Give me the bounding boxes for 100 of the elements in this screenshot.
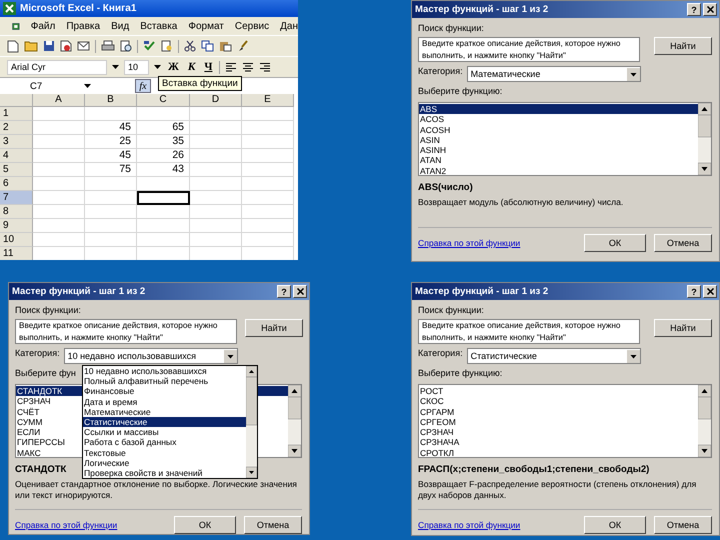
list-item[interactable]: ATAN — [419, 155, 698, 166]
brush-icon[interactable] — [237, 40, 249, 52]
scrollbar[interactable] — [698, 103, 711, 175]
close-button[interactable] — [293, 285, 307, 298]
list-item[interactable]: СРГЕОМ — [419, 416, 698, 428]
ok-button[interactable]: ОК — [174, 516, 236, 534]
menu-item[interactable]: Сервис — [234, 20, 270, 32]
row-header[interactable]: 6 — [0, 177, 33, 191]
find-button[interactable]: Найти — [245, 319, 303, 337]
cancel-button[interactable]: Отмена — [244, 516, 302, 534]
dropdown-option[interactable]: Логические — [83, 458, 246, 468]
printer-icon[interactable] — [101, 40, 115, 52]
dropdown-option[interactable]: 10 недавно использовавшихся — [83, 366, 246, 376]
format-button[interactable]: Ч — [202, 61, 214, 73]
column-header[interactable]: E — [242, 94, 294, 107]
row-header[interactable]: 9 — [0, 219, 33, 233]
menu-item[interactable]: Вставка — [140, 20, 178, 32]
spelling-icon[interactable] — [143, 40, 156, 52]
cancel-button[interactable]: Отмена — [654, 516, 712, 534]
align-right-icon[interactable] — [259, 62, 272, 72]
category-dropdown[interactable]: Статистические — [466, 348, 641, 364]
help-link[interactable]: Справка по этой функции — [418, 520, 520, 530]
category-dropdown[interactable]: 10 недавно использовавшихся — [64, 348, 238, 364]
search-field[interactable]: Введите краткое описание действия, которое нужно выполнить, и нажмите кнопку "Найти" — [418, 37, 640, 62]
row-header[interactable]: 1 — [0, 107, 33, 121]
email-icon[interactable] — [77, 40, 90, 52]
format-button[interactable]: К — [186, 61, 198, 73]
cancel-button[interactable]: Отмена — [654, 234, 712, 252]
find-button[interactable]: Найти — [654, 319, 712, 337]
menu-item[interactable]: Правка — [66, 20, 100, 32]
search-field[interactable]: Введите краткое описание действия, которое нужно выполнить, и нажмите кнопку "Найти" — [418, 319, 640, 344]
row-header[interactable]: 5 — [0, 163, 33, 177]
format-button[interactable]: Ж — [166, 61, 181, 73]
dropdown-option[interactable]: Проверка свойств и значений — [83, 468, 246, 478]
dropdown-option[interactable]: Статистические — [83, 416, 246, 428]
list-item[interactable]: СРЗНАЧ — [419, 427, 698, 438]
row-header[interactable]: 8 — [0, 205, 33, 219]
help-button[interactable]: ? — [277, 285, 291, 298]
table-cell[interactable]: 25 — [85, 135, 137, 149]
dropdown-option[interactable]: Полный алфавитный перечень — [83, 376, 246, 386]
new-document-icon[interactable] — [7, 40, 19, 52]
list-item[interactable]: ASIN — [419, 134, 698, 146]
paste-icon[interactable] — [219, 40, 232, 52]
align-left-icon[interactable] — [225, 62, 238, 72]
column-header[interactable]: C — [137, 94, 190, 107]
table-cell[interactable]: 35 — [137, 135, 190, 149]
list-item[interactable]: СКОС — [419, 396, 698, 407]
column-header[interactable]: B — [85, 94, 137, 107]
list-item[interactable]: ABS — [419, 104, 698, 114]
ok-button[interactable]: ОК — [584, 234, 646, 252]
dropdown-option[interactable]: Работа с базой данных — [83, 437, 246, 448]
list-item[interactable]: РОСТ — [419, 386, 698, 396]
table-cell[interactable]: 45 — [85, 121, 137, 135]
font-size-field[interactable]: 10 — [124, 60, 149, 74]
scrollbar[interactable] — [698, 385, 711, 457]
name-box[interactable]: C7 — [0, 80, 80, 92]
list-item[interactable]: ACOS — [419, 114, 698, 125]
align-center-icon[interactable] — [242, 62, 254, 72]
table-cell[interactable] — [137, 191, 190, 205]
dropdown-option[interactable]: Текстовые — [83, 448, 246, 458]
row-header[interactable]: 2 — [0, 121, 33, 135]
table-cell[interactable]: 65 — [137, 121, 190, 135]
help-link[interactable]: Справка по этой функции — [418, 238, 520, 248]
menu-item[interactable]: Формат — [188, 20, 224, 32]
list-item[interactable]: СРОТКЛ — [419, 448, 698, 458]
scissors-icon[interactable] — [184, 40, 196, 52]
dropdown-option[interactable]: Математические — [83, 406, 246, 417]
list-item[interactable]: СРГАРМ — [419, 406, 698, 417]
help-link[interactable]: Справка по этой функции — [15, 520, 118, 530]
copy-icon[interactable] — [201, 40, 214, 52]
table-cell[interactable]: 45 — [85, 149, 137, 163]
print-preview-icon[interactable] — [120, 40, 132, 52]
find-button[interactable]: Найти — [654, 37, 712, 55]
table-cell[interactable]: 43 — [137, 163, 190, 177]
ok-button[interactable]: ОК — [584, 516, 646, 534]
column-header[interactable]: A — [33, 94, 85, 107]
close-button[interactable] — [703, 3, 717, 16]
dropdown-option[interactable]: Финансовые — [83, 386, 246, 397]
folder-icon[interactable] — [24, 40, 38, 52]
dropdown-arrow-icon[interactable] — [112, 65, 119, 69]
menu-item[interactable]: Вид — [111, 20, 130, 32]
save-icon[interactable] — [43, 40, 55, 52]
menu-item[interactable]: Дан — [280, 20, 298, 32]
scrollbar[interactable] — [288, 385, 301, 457]
help-button[interactable]: ? — [687, 3, 701, 16]
dropdown-arrow-icon[interactable] — [154, 65, 161, 69]
insert-function-button[interactable]: fx — [135, 79, 151, 93]
column-header[interactable]: D — [190, 94, 242, 107]
row-header[interactable]: 10 — [0, 233, 33, 247]
close-button[interactable] — [703, 285, 717, 298]
dropdown-option[interactable]: Дата и время — [83, 396, 246, 407]
row-header[interactable]: 7 — [0, 191, 33, 205]
row-header[interactable]: 3 — [0, 135, 33, 149]
row-header[interactable]: 4 — [0, 149, 33, 163]
list-item[interactable]: ACOSH — [419, 124, 698, 135]
search-field[interactable]: Введите краткое описание действия, которое нужно выполнить, и нажмите кнопку "Найти" — [15, 319, 237, 344]
table-cell[interactable]: 26 — [137, 149, 190, 163]
help-button[interactable]: ? — [687, 285, 701, 298]
list-item[interactable]: СРЗНАЧА — [419, 437, 698, 448]
row-header[interactable]: 11 — [0, 247, 33, 260]
